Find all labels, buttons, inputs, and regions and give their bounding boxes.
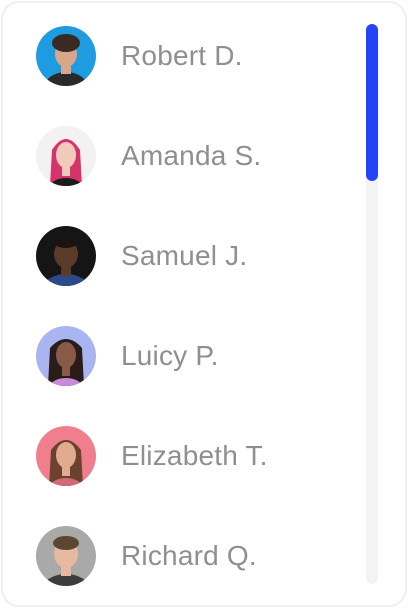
contact-list: Robert D. Amanda S. Samuel J. Luicy P. E… (3, 3, 363, 605)
scrollbar-thumb[interactable] (366, 24, 378, 181)
list-item[interactable]: Samuel J. (3, 216, 363, 296)
contact-name: Elizabeth T. (121, 440, 268, 471)
contact-list-panel: Robert D. Amanda S. Samuel J. Luicy P. E… (1, 1, 407, 607)
avatar (36, 226, 96, 286)
contact-name: Luicy P. (121, 340, 219, 371)
contact-name: Robert D. (121, 40, 243, 71)
avatar (36, 26, 96, 86)
list-item[interactable]: Richard Q. (3, 516, 363, 596)
list-item[interactable]: Robert D. (3, 16, 363, 96)
list-item[interactable]: Luicy P. (3, 316, 363, 396)
avatar (36, 426, 96, 486)
contact-name: Amanda S. (121, 140, 262, 171)
scrollbar-track[interactable] (366, 24, 378, 584)
avatar (36, 326, 96, 386)
contact-name: Samuel J. (121, 240, 248, 271)
list-item[interactable]: Amanda S. (3, 116, 363, 196)
avatar (36, 126, 96, 186)
list-item[interactable]: Elizabeth T. (3, 416, 363, 496)
avatar (36, 526, 96, 586)
contact-name: Richard Q. (121, 540, 257, 571)
